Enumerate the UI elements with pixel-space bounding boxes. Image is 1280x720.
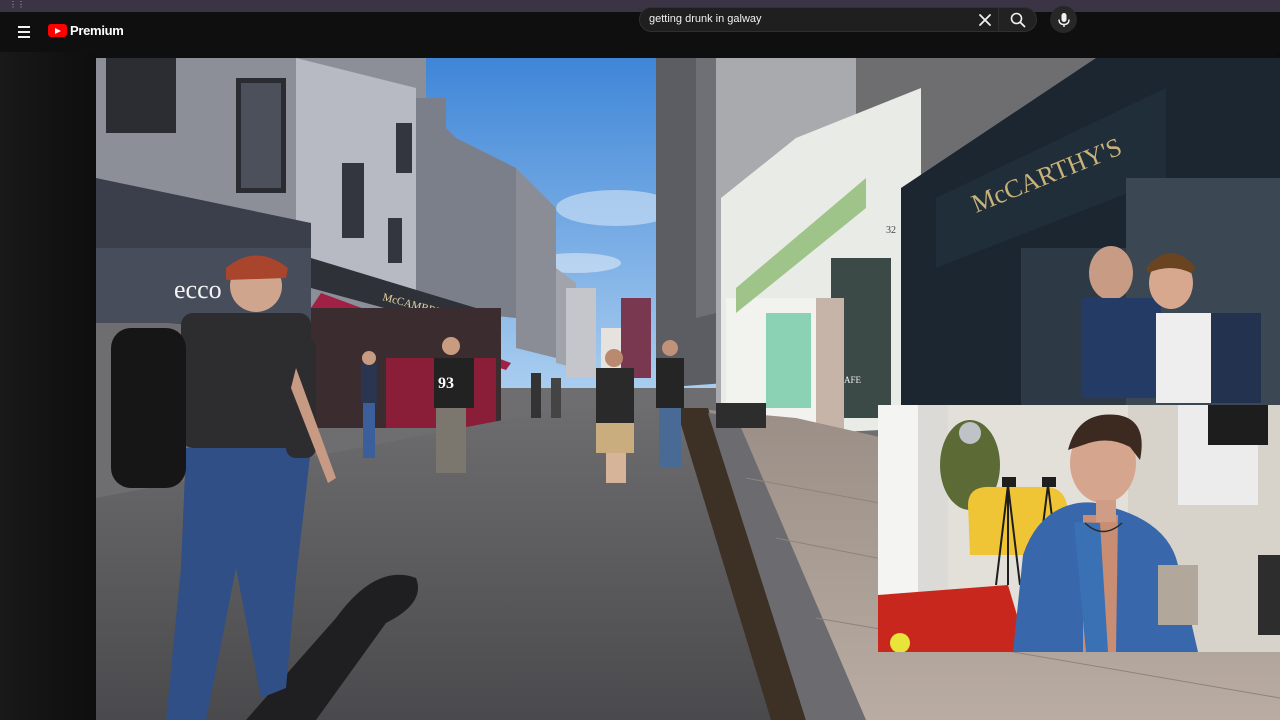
- close-icon[interactable]: [976, 11, 994, 29]
- microphone-icon: [1057, 12, 1070, 27]
- webcam-overlay[interactable]: [878, 405, 1280, 652]
- building-number-32: 32: [886, 225, 896, 236]
- search-box[interactable]: [639, 7, 999, 32]
- webcam-image: [878, 405, 1280, 652]
- jersey-number: 93: [438, 375, 454, 392]
- youtube-play-icon: [48, 24, 67, 37]
- window-top-strip: ⋮⋮: [0, 0, 1280, 12]
- shop-sign-ecco: ecco: [174, 275, 222, 304]
- hamburger-menu-icon[interactable]: [12, 20, 36, 44]
- search-input[interactable]: [649, 13, 969, 25]
- left-background-panel: [0, 52, 96, 720]
- youtube-premium-logo[interactable]: Premium: [48, 23, 124, 38]
- voice-search-button[interactable]: [1050, 6, 1077, 33]
- search-icon: [1010, 12, 1025, 27]
- logo-label: Premium: [70, 23, 124, 38]
- grip-icon: ⋮⋮: [9, 0, 25, 9]
- search-button[interactable]: [999, 7, 1037, 32]
